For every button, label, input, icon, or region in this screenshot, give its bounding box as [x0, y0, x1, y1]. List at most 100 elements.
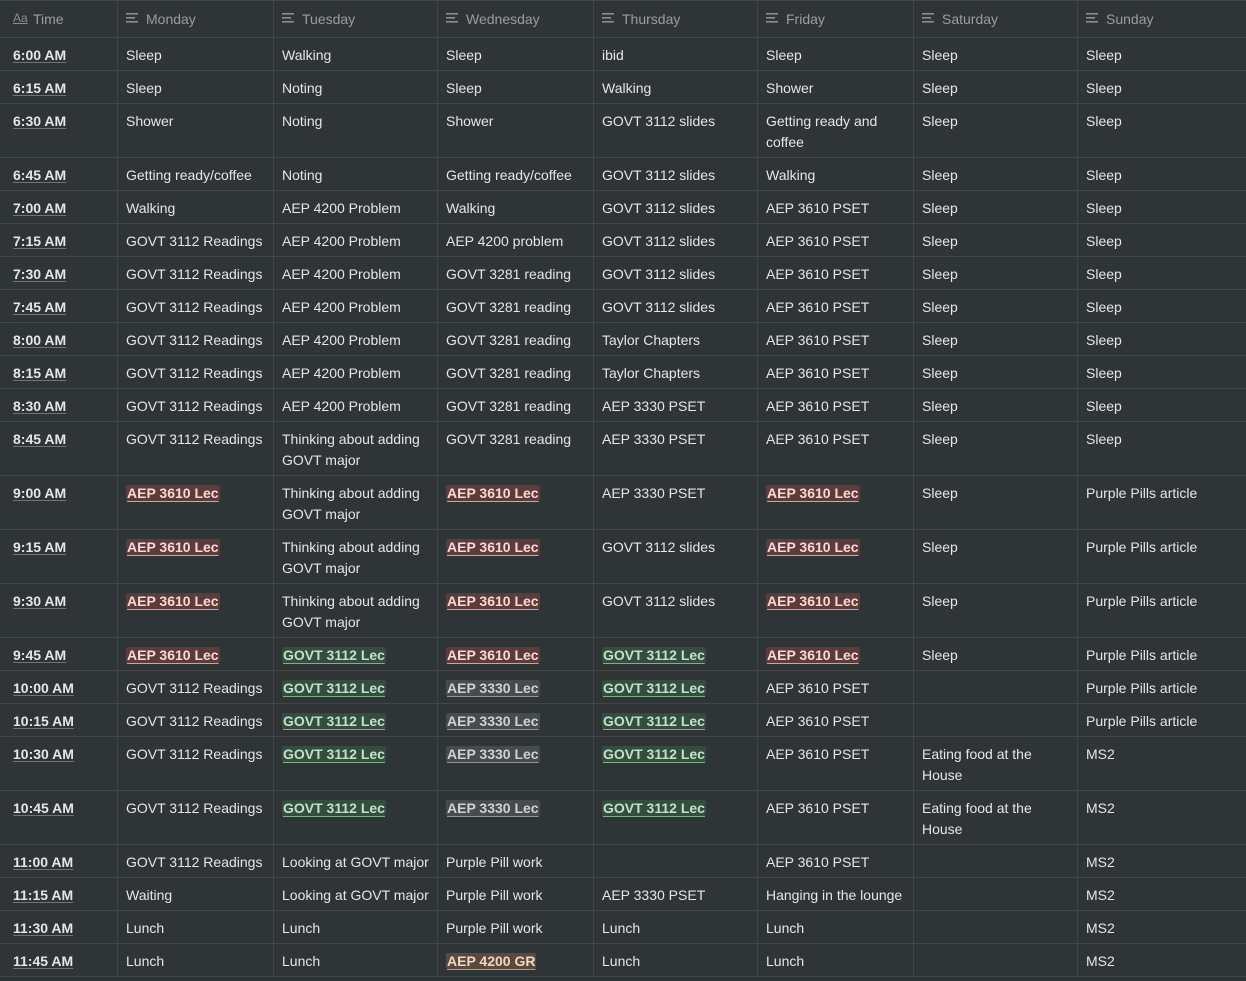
schedule-cell-tuesday[interactable]: Lunch [274, 944, 438, 976]
schedule-cell-sunday[interactable]: MS2 [1078, 791, 1246, 844]
table-row[interactable]: 11:15 AM Waiting Looking at GOVT major Purp… [0, 878, 1246, 911]
schedule-cell-friday[interactable]: AEP 3610 PSET [758, 704, 914, 736]
schedule-cell-wednesday[interactable]: GOVT 3281 reading [438, 422, 594, 475]
time-label[interactable]: 7:15 AM [13, 233, 66, 249]
schedule-cell-tuesday[interactable]: GOVT 3112 Lec [274, 737, 438, 790]
time-label[interactable]: 9:00 AM [13, 485, 66, 501]
table-row[interactable]: 11:00 AM GOVT 3112 Readings Looking at GOV… [0, 845, 1246, 878]
linked-page-tag[interactable]: GOVT 3112 Lec [282, 713, 386, 729]
time-label[interactable]: 9:45 AM [13, 647, 66, 663]
schedule-cell-friday[interactable]: AEP 3610 Lec [758, 476, 914, 529]
linked-page-tag[interactable]: AEP 3610 Lec [766, 593, 860, 609]
schedule-cell-friday[interactable]: AEP 3610 PSET [758, 389, 914, 421]
column-header-thursday[interactable]: Thursday [594, 1, 758, 37]
schedule-cell-thursday[interactable]: AEP 3330 PSET [594, 878, 758, 910]
table-row[interactable]: 11:45 AM Lunch Lunch AEP 4200 GR Lunch Lunch M… [0, 944, 1246, 977]
schedule-cell-friday[interactable]: AEP 3610 PSET [758, 290, 914, 322]
schedule-cell-tuesday[interactable]: AEP 4200 Problem [274, 356, 438, 388]
schedule-cell-monday[interactable]: Lunch [118, 911, 274, 943]
time-label[interactable]: 11:45 AM [13, 953, 73, 969]
schedule-cell-monday[interactable]: AEP 3610 Lec [118, 476, 274, 529]
table-row[interactable]: 9:30 AM AEP 3610 Lec Thinking about adding… [0, 584, 1246, 638]
column-header-friday[interactable]: Friday [758, 1, 914, 37]
schedule-cell-saturday[interactable]: Sleep [914, 158, 1078, 190]
table-row[interactable]: 9:15 AM AEP 3610 Lec Thinking about adding… [0, 530, 1246, 584]
table-row[interactable]: 10:45 AM GOVT 3112 Readings GOVT 3112 Lec A… [0, 791, 1246, 845]
linked-page-tag[interactable]: GOVT 3112 Lec [282, 680, 386, 696]
schedule-cell-friday[interactable]: AEP 3610 PSET [758, 224, 914, 256]
schedule-cell-sunday[interactable]: Sleep [1078, 257, 1246, 289]
time-cell[interactable]: 10:30 AM [0, 737, 118, 790]
time-label[interactable]: 11:30 AM [13, 920, 73, 936]
schedule-cell-monday[interactable]: GOVT 3112 Readings [118, 257, 274, 289]
schedule-cell-wednesday[interactable]: AEP 3330 Lec [438, 791, 594, 844]
schedule-cell-wednesday[interactable]: AEP 3610 Lec [438, 638, 594, 670]
schedule-cell-wednesday[interactable]: Purple Pill work [438, 878, 594, 910]
column-header-sunday[interactable]: Sunday [1078, 1, 1246, 37]
linked-page-tag[interactable]: AEP 3610 Lec [766, 647, 860, 663]
schedule-cell-monday[interactable]: Sleep [118, 71, 274, 103]
time-cell[interactable]: 8:45 AM [0, 422, 118, 475]
schedule-cell-sunday[interactable]: Sleep [1078, 38, 1246, 70]
linked-page-tag[interactable]: AEP 3610 Lec [126, 593, 220, 609]
schedule-cell-saturday[interactable]: Sleep [914, 104, 1078, 157]
schedule-cell-sunday[interactable]: MS2 [1078, 944, 1246, 976]
time-cell[interactable]: 9:15 AM [0, 530, 118, 583]
column-header-monday[interactable]: Monday [118, 1, 274, 37]
schedule-cell-friday[interactable]: Getting ready and coffee [758, 104, 914, 157]
table-row[interactable]: 6:45 AM Getting ready/coffee Noting Getting… [0, 158, 1246, 191]
schedule-cell-thursday[interactable] [594, 845, 758, 877]
time-label[interactable]: 8:15 AM [13, 365, 66, 381]
linked-page-tag[interactable]: AEP 3610 Lec [766, 539, 860, 555]
schedule-cell-tuesday[interactable]: Looking at GOVT major [274, 878, 438, 910]
schedule-cell-monday[interactable]: Walking [118, 191, 274, 223]
table-row[interactable]: 10:30 AM GOVT 3112 Readings GOVT 3112 Lec A… [0, 737, 1246, 791]
column-header-wednesday[interactable]: Wednesday [438, 1, 594, 37]
linked-page-tag[interactable]: GOVT 3112 Lec [602, 746, 706, 762]
time-cell[interactable]: 11:15 AM [0, 878, 118, 910]
time-label[interactable]: 8:00 AM [13, 332, 66, 348]
schedule-cell-tuesday[interactable]: Walking [274, 38, 438, 70]
schedule-cell-tuesday[interactable]: AEP 4200 Problem [274, 389, 438, 421]
schedule-cell-sunday[interactable]: MS2 [1078, 911, 1246, 943]
time-label[interactable]: 8:30 AM [13, 398, 66, 414]
schedule-cell-monday[interactable]: GOVT 3112 Readings [118, 290, 274, 322]
schedule-cell-thursday[interactable]: GOVT 3112 slides [594, 257, 758, 289]
schedule-cell-tuesday[interactable]: Thinking about adding GOVT major [274, 584, 438, 637]
schedule-cell-sunday[interactable]: Purple Pills article [1078, 476, 1246, 529]
schedule-cell-wednesday[interactable]: Getting ready/coffee [438, 158, 594, 190]
schedule-cell-friday[interactable]: AEP 3610 PSET [758, 422, 914, 475]
schedule-cell-thursday[interactable]: Lunch [594, 911, 758, 943]
table-row[interactable]: 7:30 AM GOVT 3112 Readings AEP 4200 Proble… [0, 257, 1246, 290]
time-label[interactable]: 6:30 AM [13, 113, 66, 129]
table-row[interactable]: 7:15 AM GOVT 3112 Readings AEP 4200 Proble… [0, 224, 1246, 257]
schedule-cell-sunday[interactable]: Purple Pills article [1078, 584, 1246, 637]
schedule-cell-saturday[interactable]: Sleep [914, 290, 1078, 322]
schedule-cell-saturday[interactable]: Sleep [914, 638, 1078, 670]
time-label[interactable]: 11:15 AM [13, 887, 73, 903]
schedule-cell-tuesday[interactable]: AEP 4200 Problem [274, 323, 438, 355]
schedule-cell-tuesday[interactable]: AEP 4200 Problem [274, 290, 438, 322]
time-label[interactable]: 6:45 AM [13, 167, 66, 183]
time-cell[interactable]: 6:45 AM [0, 158, 118, 190]
schedule-cell-sunday[interactable]: MS2 [1078, 878, 1246, 910]
schedule-cell-monday[interactable]: GOVT 3112 Readings [118, 323, 274, 355]
schedule-cell-sunday[interactable]: Sleep [1078, 158, 1246, 190]
schedule-cell-monday[interactable]: Sleep [118, 38, 274, 70]
schedule-cell-monday[interactable]: AEP 3610 Lec [118, 530, 274, 583]
schedule-cell-tuesday[interactable]: Noting [274, 158, 438, 190]
schedule-cell-saturday[interactable]: Sleep [914, 530, 1078, 583]
schedule-cell-sunday[interactable]: MS2 [1078, 737, 1246, 790]
time-label[interactable]: 10:15 AM [13, 713, 74, 729]
time-label[interactable]: 10:30 AM [13, 746, 74, 762]
schedule-cell-tuesday[interactable]: AEP 4200 Problem [274, 224, 438, 256]
linked-page-tag[interactable]: AEP 3610 Lec [126, 647, 220, 663]
time-label[interactable]: 7:00 AM [13, 200, 66, 216]
schedule-cell-thursday[interactable]: AEP 3330 PSET [594, 476, 758, 529]
time-label[interactable]: 8:45 AM [13, 431, 66, 447]
schedule-cell-sunday[interactable]: Sleep [1078, 323, 1246, 355]
table-row[interactable]: 8:30 AM GOVT 3112 Readings AEP 4200 Proble… [0, 389, 1246, 422]
time-label[interactable]: 11:00 AM [13, 854, 73, 870]
schedule-cell-sunday[interactable]: Purple Pills article [1078, 638, 1246, 670]
time-label[interactable]: 7:45 AM [13, 299, 66, 315]
